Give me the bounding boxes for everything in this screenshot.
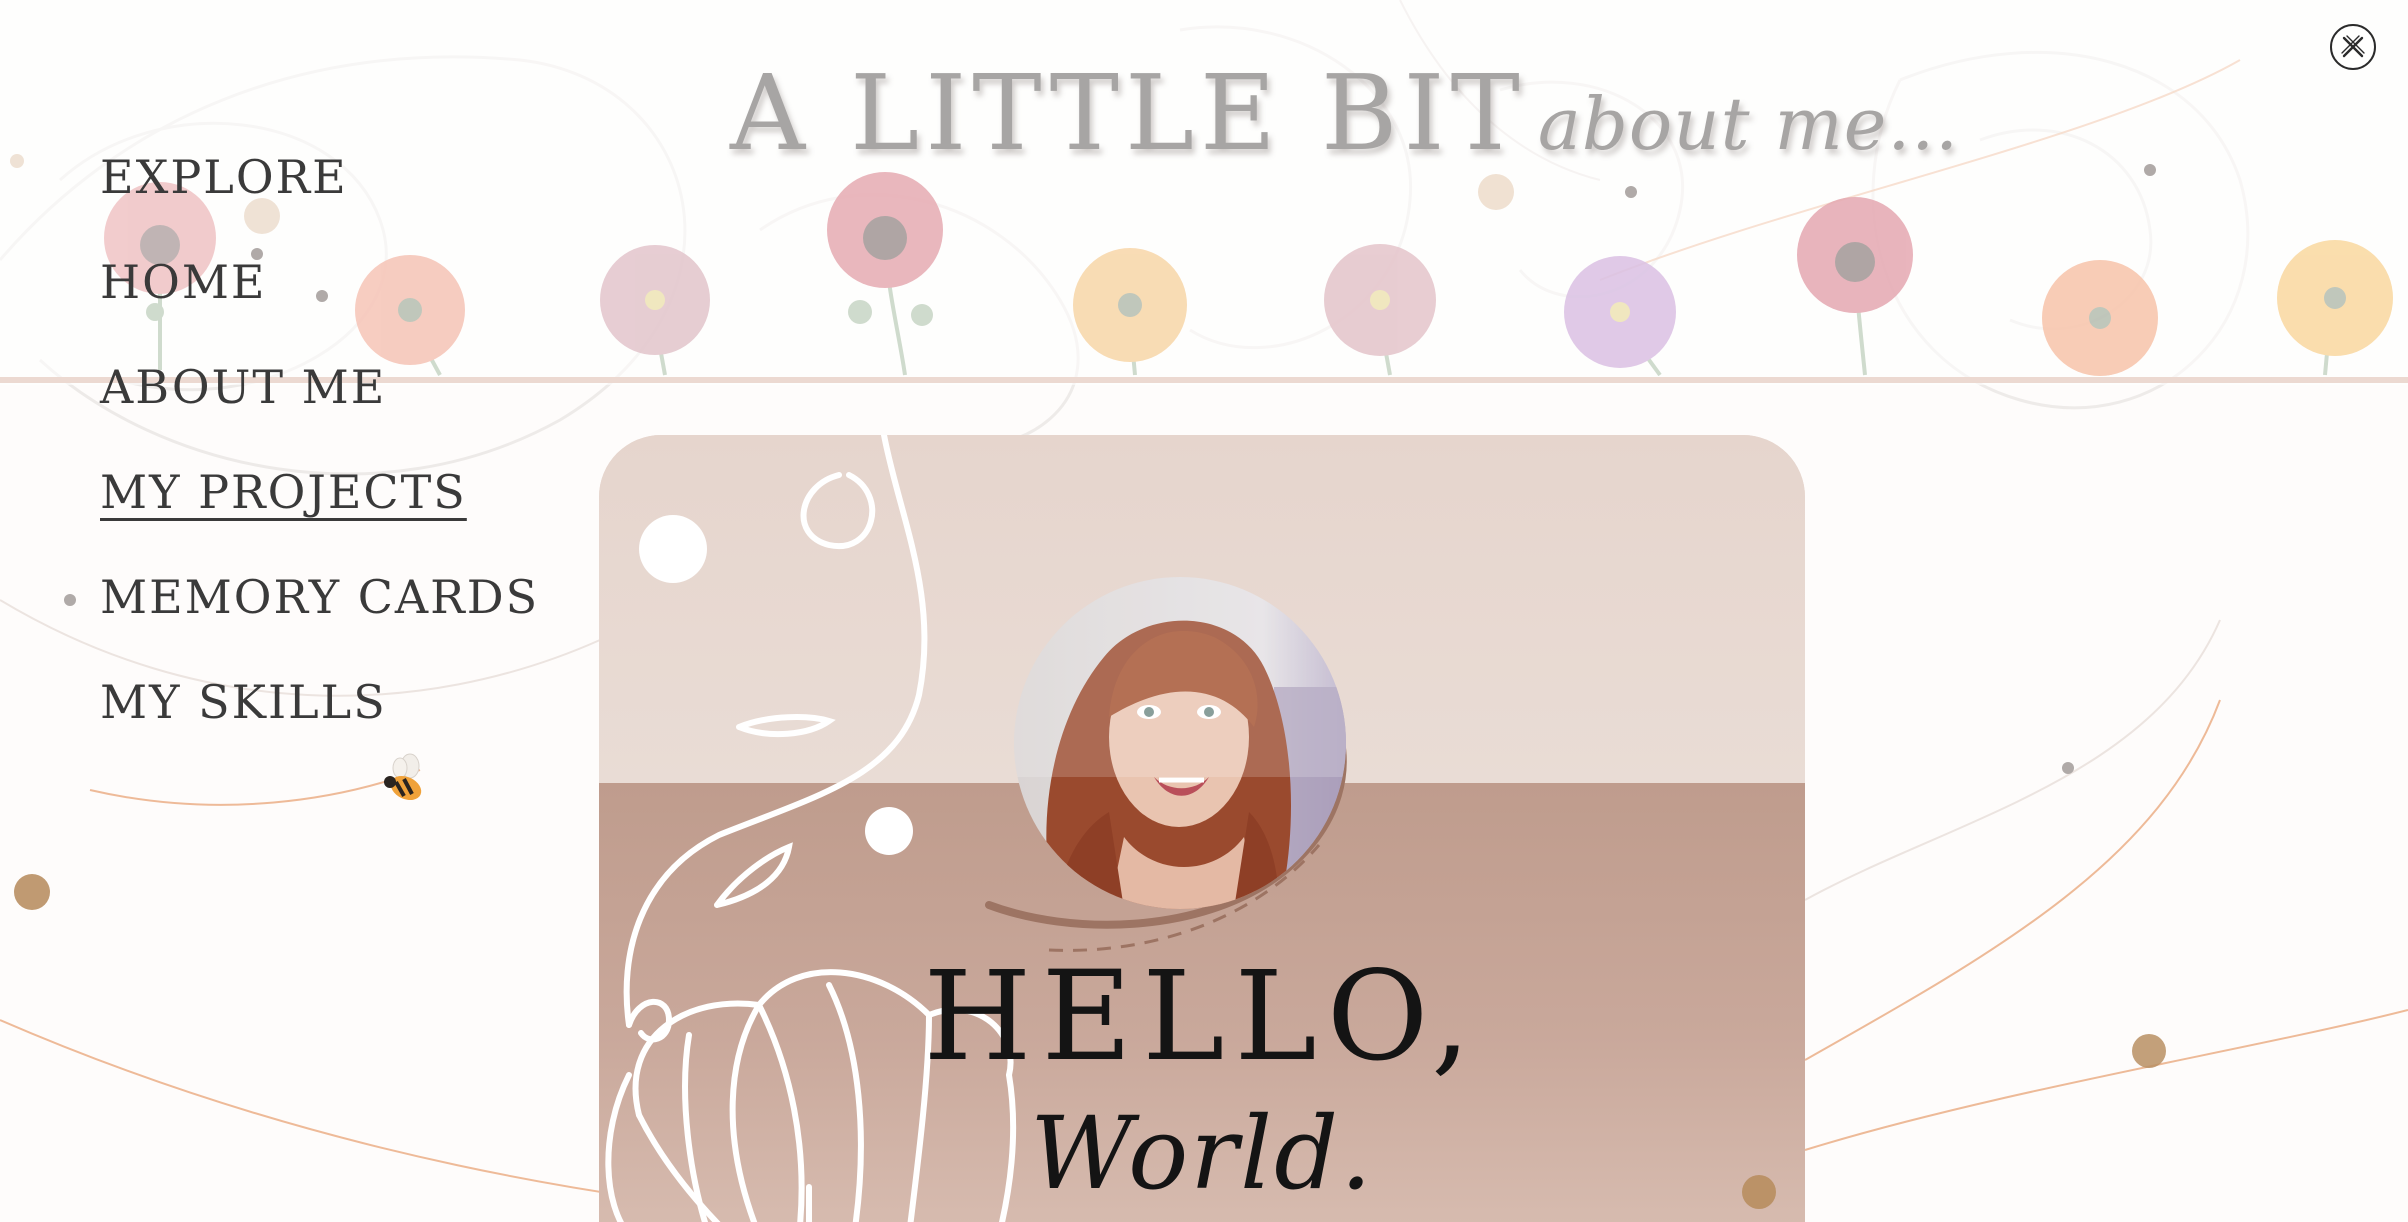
decorative-dot xyxy=(1478,174,1514,210)
decorative-dot xyxy=(2144,164,2156,176)
profile-photo xyxy=(1014,577,1346,909)
main-navigation: EXPLORE HOME ABOUT ME MY PROJECTS MEMORY… xyxy=(100,150,539,780)
nav-item-memory-cards[interactable]: MEMORY CARDS xyxy=(100,570,539,675)
site-title-script: about me... xyxy=(1537,82,1959,166)
nav-item-my-skills[interactable]: MY SKILLS xyxy=(100,675,539,780)
nav-item-label: HOME xyxy=(100,255,267,309)
site-title-caps: A LITTLE BIT xyxy=(730,52,1526,174)
profile-avatar xyxy=(1014,577,1346,909)
decorative-dot xyxy=(2132,1034,2166,1068)
nav-item-home[interactable]: HOME xyxy=(100,255,539,360)
nav-item-about-me[interactable]: ABOUT ME xyxy=(100,360,539,465)
close-icon xyxy=(2341,35,2365,58)
decorative-dot xyxy=(2062,762,2074,774)
nav-item-my-projects[interactable]: MY PROJECTS xyxy=(100,465,539,570)
nav-item-explore[interactable]: EXPLORE xyxy=(100,150,539,255)
nav-item-label: ABOUT ME xyxy=(100,360,387,414)
close-button[interactable] xyxy=(2330,24,2376,70)
site-title: A LITTLE BIT about me... xyxy=(730,52,1959,174)
hero-subtitle: World. xyxy=(1030,1095,1374,1212)
nav-item-label: EXPLORE xyxy=(100,150,348,204)
hero-greeting: HELLO, xyxy=(923,945,1481,1089)
page: A LITTLE BIT about me... EXPLORE HOME ABO… xyxy=(0,0,2408,1222)
hero-card: HELLO, World. xyxy=(599,435,1805,1222)
nav-item-label: MEMORY CARDS xyxy=(100,570,540,624)
bee-icon xyxy=(384,753,422,801)
decorative-dot xyxy=(1625,186,1637,198)
decorative-dot xyxy=(14,874,50,910)
nav-item-label: MY SKILLS xyxy=(100,675,387,729)
nav-item-label: MY PROJECTS xyxy=(100,465,467,519)
decorative-dot xyxy=(10,154,24,168)
decorative-dot xyxy=(64,594,76,606)
